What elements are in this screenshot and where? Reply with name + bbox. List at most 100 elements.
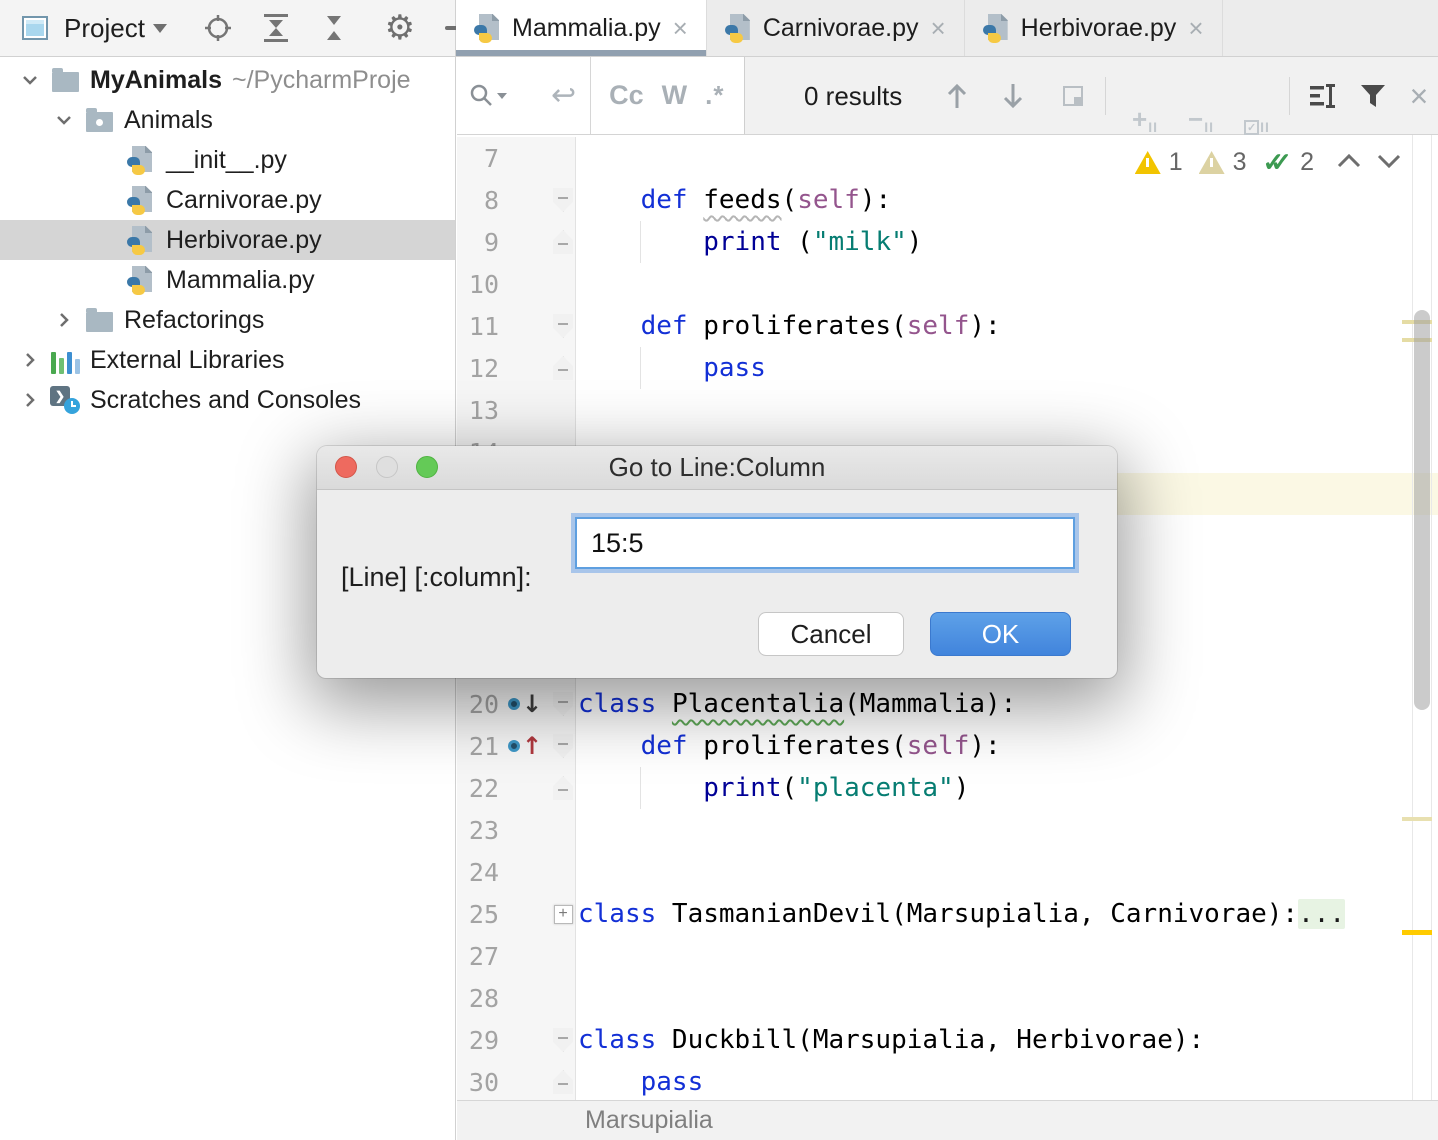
project-view-icon[interactable]	[18, 11, 52, 45]
add-occurrence-icon[interactable]: +II	[1119, 57, 1171, 135]
filter-funnel-icon[interactable]	[1353, 57, 1393, 135]
fold-end-icon[interactable]	[553, 776, 573, 800]
fold-marker[interactable]	[551, 1070, 575, 1094]
chevron-down-icon[interactable]	[12, 70, 48, 90]
code-line-28[interactable]: 28	[457, 977, 1438, 1019]
fold-marker[interactable]	[551, 188, 575, 212]
fold-end-icon[interactable]	[553, 230, 573, 254]
filter-lines-icon[interactable]	[1303, 57, 1343, 135]
fold-marker[interactable]	[551, 776, 575, 800]
search-history-caret-icon[interactable]	[497, 93, 507, 99]
find-in-selection-icon[interactable]	[1055, 57, 1091, 135]
tree-item-init-py[interactable]: __init__.py	[0, 140, 455, 180]
chevron-right-icon[interactable]	[12, 350, 48, 370]
newline-icon[interactable]: ↩	[551, 78, 576, 113]
dialog-titlebar[interactable]: Go to Line:Column	[317, 446, 1117, 490]
code-line-21[interactable]: 21↑ def proliferates(self):	[457, 725, 1438, 767]
overridden-marker-icon[interactable]: ↓	[499, 692, 551, 716]
code-line-29[interactable]: 29class Duckbill(Marsupialia, Herbivorae…	[457, 1019, 1438, 1061]
tree-item-label: External Libraries	[90, 346, 285, 375]
expand-all-icon[interactable]	[259, 11, 293, 45]
editor-tab-carnivorae-py[interactable]: Carnivorae.py×	[707, 0, 965, 56]
fold-marker[interactable]	[551, 1028, 575, 1052]
fold-start-icon[interactable]	[553, 734, 573, 758]
search-input[interactable]: ↩ Cc W .*	[457, 57, 745, 134]
fold-marker[interactable]	[551, 692, 575, 716]
fold-start-icon[interactable]	[553, 692, 573, 716]
code-line-13[interactable]: 13	[457, 389, 1438, 431]
previous-occurrence-icon[interactable]	[939, 57, 975, 135]
chevron-down-icon[interactable]	[46, 110, 82, 130]
code-text: class Duckbill(Marsupialia, Herbivorae):	[575, 1019, 1438, 1061]
fold-marker[interactable]	[551, 314, 575, 338]
cancel-button[interactable]: Cancel	[758, 612, 904, 656]
line-column-label: [Line] [:column]:	[341, 562, 532, 593]
fold-marker[interactable]	[551, 230, 575, 254]
tab-label: Herbivorae.py	[1021, 14, 1177, 43]
fold-marker[interactable]	[551, 734, 575, 758]
code-line-24[interactable]: 24	[457, 851, 1438, 893]
fold-marker[interactable]	[551, 356, 575, 380]
code-line-8[interactable]: 8 def feeds(self):	[457, 179, 1438, 221]
code-line-12[interactable]: 12 pass	[457, 347, 1438, 389]
select-all-occurrences-icon[interactable]: ✓II	[1229, 57, 1285, 135]
fold-start-icon[interactable]	[553, 1028, 573, 1052]
fold-end-icon[interactable]	[553, 356, 573, 380]
tab-close-icon[interactable]: ×	[930, 15, 945, 41]
tree-item-myanimals[interactable]: MyAnimals~/PycharmProje	[0, 60, 455, 100]
code-line-11[interactable]: 11 def proliferates(self):	[457, 305, 1438, 347]
code-line-9[interactable]: 9 print ("milk")	[457, 221, 1438, 263]
chevron-right-icon[interactable]	[12, 390, 48, 410]
code-line-23[interactable]: 23	[457, 809, 1438, 851]
breadcrumb-item[interactable]: Marsupialia	[585, 1106, 713, 1135]
tab-close-icon[interactable]: ×	[1188, 15, 1203, 41]
scrollbar-thumb[interactable]	[1414, 310, 1430, 710]
previous-problem-icon[interactable]	[1336, 148, 1362, 177]
chevron-right-icon[interactable]	[46, 310, 82, 330]
tree-item-carnivorae-py[interactable]: Carnivorae.py	[0, 180, 455, 220]
editor-tab-mammalia-py[interactable]: Mammalia.py×	[456, 0, 707, 56]
code-line-30[interactable]: 30 pass	[457, 1061, 1438, 1100]
fold-start-icon[interactable]	[553, 314, 573, 338]
next-problem-icon[interactable]	[1376, 148, 1402, 177]
inspections-widget[interactable]: 1 3 ✓✓ 2	[1135, 147, 1402, 178]
code-line-20[interactable]: 20↓class Placentalia(Mammalia):	[457, 683, 1438, 725]
tree-item-scratches-and-consoles[interactable]: ❯Scratches and Consoles	[0, 380, 455, 420]
overrides-marker-icon[interactable]: ↑	[499, 734, 551, 758]
tree-item-external-libraries[interactable]: External Libraries	[0, 340, 455, 380]
code-line-22[interactable]: 22 print("placenta")	[457, 767, 1438, 809]
close-traffic-light[interactable]	[335, 456, 357, 478]
fold-plus-icon[interactable]: +	[554, 905, 573, 924]
code-line-10[interactable]: 10	[457, 263, 1438, 305]
locate-icon[interactable]	[201, 11, 235, 45]
minimize-traffic-light[interactable]	[376, 456, 398, 478]
words-toggle[interactable]: W	[662, 80, 687, 111]
tree-item-refactorings[interactable]: Refactorings	[0, 300, 455, 340]
regex-toggle[interactable]: .*	[705, 80, 724, 111]
close-search-icon[interactable]: ×	[1399, 57, 1438, 135]
fold-end-icon[interactable]	[553, 1070, 573, 1094]
fold-start-icon[interactable]	[553, 188, 573, 212]
gutter: 20↓	[457, 683, 575, 725]
tree-item-herbivorae-py[interactable]: Herbivorae.py	[0, 220, 455, 260]
ok-button[interactable]: OK	[930, 612, 1071, 656]
fold-marker[interactable]: +	[551, 905, 575, 924]
tree-item-animals[interactable]: Animals	[0, 100, 455, 140]
remove-occurrence-icon[interactable]: −II	[1175, 57, 1227, 135]
code-line-25[interactable]: 25+class TasmanianDevil(Marsupialia, Car…	[457, 893, 1438, 935]
line-column-input[interactable]	[575, 517, 1075, 569]
indent-guide	[640, 221, 641, 263]
change-marker[interactable]	[1402, 930, 1432, 935]
match-case-toggle[interactable]: Cc	[609, 80, 644, 111]
collapse-all-icon[interactable]	[317, 11, 351, 45]
tree-item-mammalia-py[interactable]: Mammalia.py	[0, 260, 455, 300]
pycharm-window: Project ⚙ Mammalia.py×Carnivorae.py×Herb…	[0, 0, 1438, 1140]
next-occurrence-icon[interactable]	[995, 57, 1031, 135]
zoom-traffic-light[interactable]	[416, 456, 438, 478]
code-line-27[interactable]: 27	[457, 935, 1438, 977]
tab-close-icon[interactable]: ×	[673, 15, 688, 41]
project-selector[interactable]: Project	[64, 13, 167, 44]
change-marker[interactable]	[1402, 817, 1432, 821]
settings-gear-icon[interactable]: ⚙	[383, 11, 417, 45]
editor-tab-herbivorae-py[interactable]: Herbivorae.py ×	[965, 0, 1223, 56]
